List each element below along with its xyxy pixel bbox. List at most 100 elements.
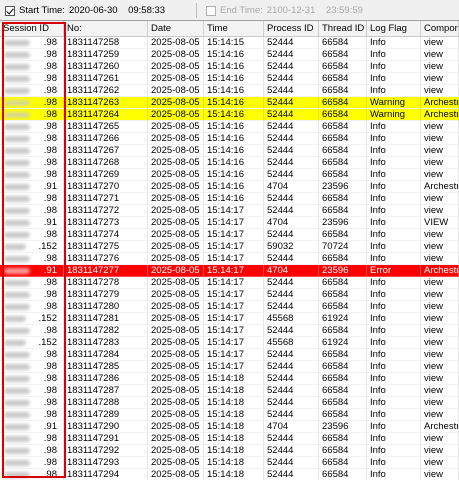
log-flag-cell: Info <box>367 85 421 97</box>
time-cell: 15:14:16 <box>204 109 264 121</box>
table-row[interactable]: .98 1831147266 2025-08-05 15:14:16 52444 6658… <box>0 133 459 145</box>
table-row[interactable]: .98 1831147258 2025-08-05 15:14:15 52444 6658… <box>0 37 459 49</box>
redacted-ip-blur <box>4 172 30 178</box>
date-cell: 2025-08-05 <box>148 289 204 301</box>
table-row[interactable]: .91 1831147273 2025-08-05 15:14:17 4704 23596… <box>0 217 459 229</box>
session-id-suffix: .98 <box>43 253 57 264</box>
thread-id-cell: 66584 <box>319 145 367 157</box>
table-row[interactable]: .98 1831147276 2025-08-05 15:14:17 52444 6658… <box>0 253 459 265</box>
log-flag-cell: Error <box>367 265 421 277</box>
table-row[interactable]: .98 1831147294 2025-08-05 15:14:18 52444 6658… <box>0 469 459 480</box>
date-cell: 2025-08-05 <box>148 349 204 361</box>
table-row[interactable]: .98 1831147287 2025-08-05 15:14:18 52444 6658… <box>0 385 459 397</box>
column-header-time[interactable]: Time <box>204 21 264 36</box>
table-row[interactable]: .98 1831147274 2025-08-05 15:14:17 52444 6658… <box>0 229 459 241</box>
table-row[interactable]: .98 1831147285 2025-08-05 15:14:17 52444 6658… <box>0 361 459 373</box>
table-row[interactable]: .91 1831147290 2025-08-05 15:14:18 4704 23596… <box>0 421 459 433</box>
log-flag-cell: Info <box>367 433 421 445</box>
redacted-ip-blur <box>4 88 30 94</box>
table-row[interactable]: .98 1831147289 2025-08-05 15:14:18 52444 6658… <box>0 409 459 421</box>
redacted-ip-blur <box>4 184 30 190</box>
table-row[interactable]: .98 1831147268 2025-08-05 15:14:16 52444 6658… <box>0 157 459 169</box>
end-time-checkbox[interactable] <box>206 5 216 16</box>
table-row[interactable]: .98 1831147265 2025-08-05 15:14:16 52444 6658… <box>0 121 459 133</box>
log-flag-cell: Info <box>367 37 421 49</box>
column-header-session-id[interactable]: Session ID <box>0 21 64 36</box>
column-header-log-flag[interactable]: Log Flag <box>367 21 421 36</box>
no-cell: 1831147260 <box>64 61 148 73</box>
time-cell: 15:14:18 <box>204 373 264 385</box>
table-row[interactable]: .98 1831147288 2025-08-05 15:14:18 52444 6658… <box>0 397 459 409</box>
time-cell: 15:14:18 <box>204 397 264 409</box>
component-cell: view <box>421 241 459 253</box>
time-cell: 15:14:16 <box>204 97 264 109</box>
thread-id-cell: 66584 <box>319 37 367 49</box>
process-id-cell: 4704 <box>264 421 319 433</box>
table-row[interactable]: .98 1831147272 2025-08-05 15:14:17 52444 6658… <box>0 205 459 217</box>
redacted-ip-blur <box>4 448 30 454</box>
component-cell: view <box>421 193 459 205</box>
table-row[interactable]: .98 1831147291 2025-08-05 15:14:18 52444 6658… <box>0 433 459 445</box>
process-id-cell: 52444 <box>264 253 319 265</box>
table-row[interactable]: .98 1831147280 2025-08-05 15:14:17 52444 6658… <box>0 301 459 313</box>
table-row[interactable]: .98 1831147260 2025-08-05 15:14:16 52444 6658… <box>0 61 459 73</box>
component-cell: view <box>421 373 459 385</box>
column-header-no[interactable]: No: <box>64 21 148 36</box>
start-time-checkbox[interactable] <box>5 5 15 16</box>
table-row[interactable]: .152 1831147281 2025-08-05 15:14:17 45568 619… <box>0 313 459 325</box>
table-row[interactable]: .98 1831147279 2025-08-05 15:14:17 52444 6658… <box>0 289 459 301</box>
column-header-component[interactable]: Compone <box>421 21 459 36</box>
table-row[interactable]: .98 1831147278 2025-08-05 15:14:17 52444 6658… <box>0 277 459 289</box>
date-cell: 2025-08-05 <box>148 121 204 133</box>
time-cell: 15:14:16 <box>204 145 264 157</box>
process-id-cell: 52444 <box>264 373 319 385</box>
table-row[interactable]: .98 1831147282 2025-08-05 15:14:17 52444 6658… <box>0 325 459 337</box>
table-row[interactable]: .98 1831147271 2025-08-05 15:14:16 52444 6658… <box>0 193 459 205</box>
table-row[interactable]: .152 1831147283 2025-08-05 15:14:17 45568 619… <box>0 337 459 349</box>
date-cell: 2025-08-05 <box>148 277 204 289</box>
no-cell: 1831147267 <box>64 145 148 157</box>
process-id-cell: 52444 <box>264 133 319 145</box>
process-id-cell: 52444 <box>264 397 319 409</box>
process-id-cell: 45568 <box>264 337 319 349</box>
no-cell: 1831147278 <box>64 277 148 289</box>
table-row[interactable]: .98 1831147269 2025-08-05 15:14:16 52444 6658… <box>0 169 459 181</box>
thread-id-cell: 66584 <box>319 301 367 313</box>
column-header-process-id[interactable]: Process ID <box>264 21 319 36</box>
start-time-value[interactable]: 2020-06-30 09:58:33 <box>69 5 165 16</box>
column-header-thread-id[interactable]: Thread ID <box>319 21 367 36</box>
table-row[interactable]: .98 1831147259 2025-08-05 15:14:16 52444 6658… <box>0 49 459 61</box>
table-row[interactable]: .98 1831147284 2025-08-05 15:14:17 52444 6658… <box>0 349 459 361</box>
log-flag-cell: Info <box>367 445 421 457</box>
component-cell: Archestr <box>421 109 459 121</box>
thread-id-cell: 23596 <box>319 421 367 433</box>
table-row[interactable]: .152 1831147275 2025-08-05 15:14:17 59032 707… <box>0 241 459 253</box>
date-cell: 2025-08-05 <box>148 325 204 337</box>
end-time-value[interactable]: 2100-12-31 23:59:59 <box>267 5 363 16</box>
redacted-ip-blur <box>4 472 30 478</box>
redacted-ip-blur <box>4 376 30 382</box>
table-row[interactable]: .98 1831147262 2025-08-05 15:14:16 52444 6658… <box>0 85 459 97</box>
log-flag-cell: Info <box>367 73 421 85</box>
table-row[interactable]: .98 1831147293 2025-08-05 15:14:18 52444 6658… <box>0 457 459 469</box>
session-id-suffix: .91 <box>43 421 57 432</box>
table-row[interactable]: .98 1831147292 2025-08-05 15:14:18 52444 6658… <box>0 445 459 457</box>
session-id-suffix: .98 <box>43 205 57 216</box>
table-row[interactable]: .98 1831147261 2025-08-05 15:14:16 52444 6658… <box>0 73 459 85</box>
column-header-date[interactable]: Date <box>148 21 204 36</box>
no-cell: 1831147265 <box>64 121 148 133</box>
session-id-suffix: .98 <box>43 349 57 360</box>
table-row[interactable]: .98 1831147267 2025-08-05 15:14:16 52444 6658… <box>0 145 459 157</box>
session-id-cell: .98 <box>0 193 64 205</box>
process-id-cell: 45568 <box>264 313 319 325</box>
thread-id-cell: 66584 <box>319 61 367 73</box>
session-id-cell: .152 <box>0 241 64 253</box>
table-row[interactable]: .98 1831147264 2025-08-05 15:14:16 52444 6658… <box>0 109 459 121</box>
no-cell: 1831147269 <box>64 169 148 181</box>
table-row[interactable]: .91 1831147277 2025-08-05 15:14:17 4704 23596… <box>0 265 459 277</box>
table-row[interactable]: .91 1831147270 2025-08-05 15:14:16 4704 23596… <box>0 181 459 193</box>
thread-id-cell: 66584 <box>319 169 367 181</box>
table-row[interactable]: .98 1831147286 2025-08-05 15:14:18 52444 6658… <box>0 373 459 385</box>
table-row[interactable]: .98 1831147263 2025-08-05 15:14:16 52444 6658… <box>0 97 459 109</box>
no-cell: 1831147271 <box>64 193 148 205</box>
